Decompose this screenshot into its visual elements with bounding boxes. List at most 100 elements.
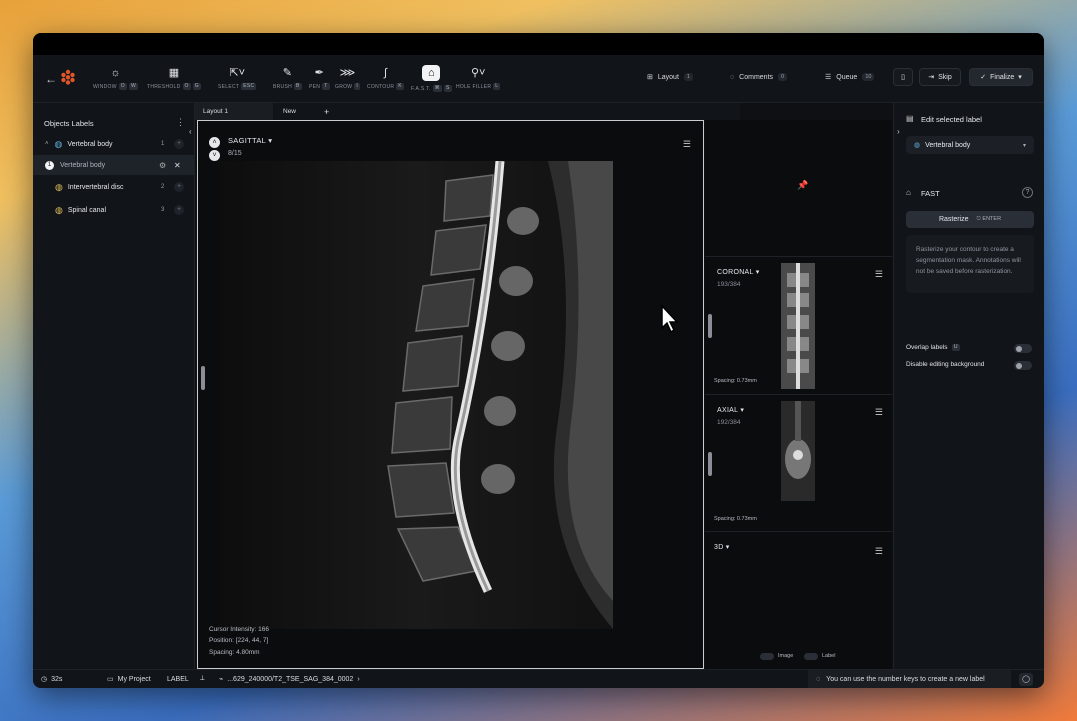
- queue-button[interactable]: ☰ Queue 10: [825, 68, 875, 86]
- sagittal-viewer[interactable]: ˄ ˅ SAGITTAL ▾ 8/15 ☰ Cursor Intensity: …: [197, 120, 704, 669]
- layout-tabs: Layout 1 New +: [195, 103, 740, 120]
- tool-select[interactable]: ⇱˅ SELECT ESC: [218, 67, 257, 90]
- grid-icon: ▦: [168, 67, 180, 79]
- objects-title: Objects Labels: [44, 119, 94, 128]
- back-arrow-icon[interactable]: ←: [45, 72, 57, 86]
- add-instance-icon[interactable]: +: [174, 182, 184, 192]
- file-path[interactable]: ⌁ ...629_240000/T2_TSE_SAG_384_0002 ›: [219, 675, 360, 684]
- sidebar-icon: ▯: [901, 74, 905, 81]
- skip-button[interactable]: ⇥ Skip: [919, 68, 961, 86]
- coronal-menu-icon[interactable]: ☰: [875, 269, 883, 280]
- 3d-view[interactable]: 3D ▾ ☰ Image Label: [705, 532, 892, 669]
- mode-label: LABEL: [167, 675, 189, 683]
- slice-indicator: 8/15: [228, 150, 242, 157]
- viewer-spacing: Spacing: 4.80mm: [209, 649, 260, 656]
- disable-bg-toggle[interactable]: [1014, 361, 1032, 370]
- add-instance-icon[interactable]: +: [174, 205, 184, 215]
- grow-icon: ⋙: [339, 67, 356, 79]
- finalize-button[interactable]: ✓ Finalize ▾: [969, 68, 1033, 86]
- chevron-right-icon: ›: [357, 675, 360, 683]
- label-toggle[interactable]: [804, 653, 818, 660]
- 3d-plane-select[interactable]: 3D ▾: [714, 543, 730, 551]
- globe-icon: ◍: [55, 204, 63, 215]
- chevron-up-icon[interactable]: ˄: [209, 137, 220, 148]
- contour-icon: ∫: [383, 67, 387, 79]
- tab-new[interactable]: New: [275, 103, 304, 120]
- image-toggle[interactable]: [760, 653, 774, 660]
- disable-bg-option: Disable editing background: [906, 361, 985, 368]
- status-bar: ◷ 32s ▭ My Project LABEL ⟂ ⌁ ...629_2400…: [33, 669, 1044, 688]
- app-window: ← ☼ WINDOW O W ▦ THRESHOLD O G ⇱˅ SELECT ESC …: [33, 33, 1044, 688]
- overlap-labels-toggle[interactable]: [1014, 344, 1032, 353]
- enter-key-hint: ⎋ ENTER: [976, 216, 1002, 222]
- tool-contour[interactable]: ∫ CONTOUR K: [367, 67, 404, 90]
- edit-icon: ▤: [906, 114, 914, 123]
- tool-pen[interactable]: ✒ PEN T: [309, 67, 330, 90]
- more-icon[interactable]: ⋮: [176, 117, 185, 128]
- panel-toggle-button[interactable]: ▯: [893, 68, 913, 86]
- resize-handle[interactable]: [708, 314, 712, 338]
- collapse-right-icon[interactable]: ›: [897, 127, 900, 136]
- coronal-plane-select[interactable]: CORONAL ▾: [717, 268, 760, 276]
- tool-threshold[interactable]: ▦ THRESHOLD O G: [147, 67, 201, 90]
- help-icon[interactable]: ?: [1022, 187, 1033, 198]
- hint-banner: ◌ You can use the number keys to create …: [808, 670, 1011, 688]
- collapse-left-icon[interactable]: ‹: [189, 127, 192, 136]
- chevron-down-icon: ▾: [1022, 142, 1026, 149]
- globe-icon: ◍: [55, 181, 63, 192]
- label-item-vertebral-body[interactable]: ˄ ◍ Vertebral body 1 +: [33, 134, 195, 154]
- add-tab-button[interactable]: +: [316, 103, 337, 120]
- axial-plane-select[interactable]: AXIAL ▾: [717, 406, 744, 414]
- folder-icon: ▭: [107, 676, 114, 683]
- collapse-icon[interactable]: ˄: [45, 141, 49, 147]
- tool-brush[interactable]: ✎ BRUSH B: [273, 67, 302, 90]
- mri-sagittal-image: [218, 161, 613, 629]
- rasterize-button[interactable]: Rasterize ⎋ ENTER: [906, 211, 1034, 228]
- resize-handle[interactable]: [201, 366, 205, 390]
- pointer-icon: ⇱˅: [229, 67, 246, 79]
- empty-view-panel: 📌: [705, 120, 892, 257]
- tool-window[interactable]: ☼ WINDOW O W: [93, 67, 138, 90]
- globe-icon: ◍: [914, 142, 921, 149]
- viewer-plane-select[interactable]: SAGITTAL ▾: [228, 136, 272, 145]
- label-item-intervertebral-disc[interactable]: ◍ Intervertebral disc 2 +: [33, 177, 195, 197]
- hole-filler-icon: ⚲˅: [470, 67, 486, 79]
- settings-icon[interactable]: ⚙: [159, 161, 166, 170]
- 3d-menu-icon[interactable]: ☰: [875, 546, 883, 557]
- chevron-down-icon[interactable]: ˅: [209, 150, 220, 161]
- resize-handle[interactable]: [708, 452, 712, 476]
- toolbar: ← ☼ WINDOW O W ▦ THRESHOLD O G ⇱˅ SELECT ESC …: [33, 55, 1044, 103]
- hierarchy-icon[interactable]: ⟂: [200, 675, 205, 683]
- close-icon[interactable]: ✕: [174, 161, 181, 170]
- axial-view[interactable]: AXIAL ▾ 192/384 ☰ Spacing: 0.73mm: [705, 395, 892, 532]
- axial-menu-icon[interactable]: ☰: [875, 407, 883, 418]
- label-item-spinal-canal[interactable]: ◍ Spinal canal 3 +: [33, 200, 195, 220]
- tool-grow[interactable]: ⋙ GROW I: [335, 67, 361, 90]
- tool-hole-filler[interactable]: ⚲˅ HOLE FILLER L: [456, 67, 501, 90]
- skip-icon: ⇥: [928, 74, 935, 81]
- axial-image: [781, 401, 815, 501]
- project-link[interactable]: ▭ My Project: [107, 675, 151, 684]
- coronal-view[interactable]: CORONAL ▾ 193/384 ☰ Spacing: 0.73mm: [705, 257, 892, 395]
- add-instance-icon[interactable]: +: [174, 139, 184, 149]
- overlap-labels-option: Overlap labels U: [906, 344, 960, 351]
- stopwatch-icon: ◷: [41, 676, 48, 683]
- label-select[interactable]: ◍ Vertebral body ▾: [906, 136, 1034, 154]
- sun-icon: ☼: [110, 67, 121, 79]
- settings-title: Edit selected label: [921, 115, 982, 124]
- chat-icon[interactable]: ◯: [1019, 673, 1033, 686]
- fast-icon: ⌂: [906, 188, 911, 197]
- lightbulb-icon: ◌: [816, 676, 821, 683]
- label-settings-panel: › ▤ Edit selected label ◍ Vertebral body…: [893, 103, 1044, 669]
- layout-button[interactable]: ⊞ Layout 1: [647, 68, 693, 86]
- tool-fast[interactable]: ⌂ F.A.S.T. ⌘ S: [411, 65, 452, 92]
- tab-layout-1[interactable]: Layout 1: [195, 103, 273, 120]
- comment-icon: ◌: [730, 73, 735, 81]
- title-strip: [33, 33, 1044, 55]
- instance-item-vertebral-body[interactable]: 1 Vertebral body ⚙ ✕: [33, 155, 195, 175]
- objects-panel: Objects Labels ⋮ ˄ ◍ Vertebral body 1 + …: [33, 103, 195, 669]
- comments-button[interactable]: ◌ Comments 0: [730, 68, 788, 86]
- attachment-icon: ⌁: [219, 676, 224, 683]
- viewer-menu-icon[interactable]: ☰: [683, 139, 691, 150]
- pin-icon[interactable]: 📌: [797, 180, 808, 191]
